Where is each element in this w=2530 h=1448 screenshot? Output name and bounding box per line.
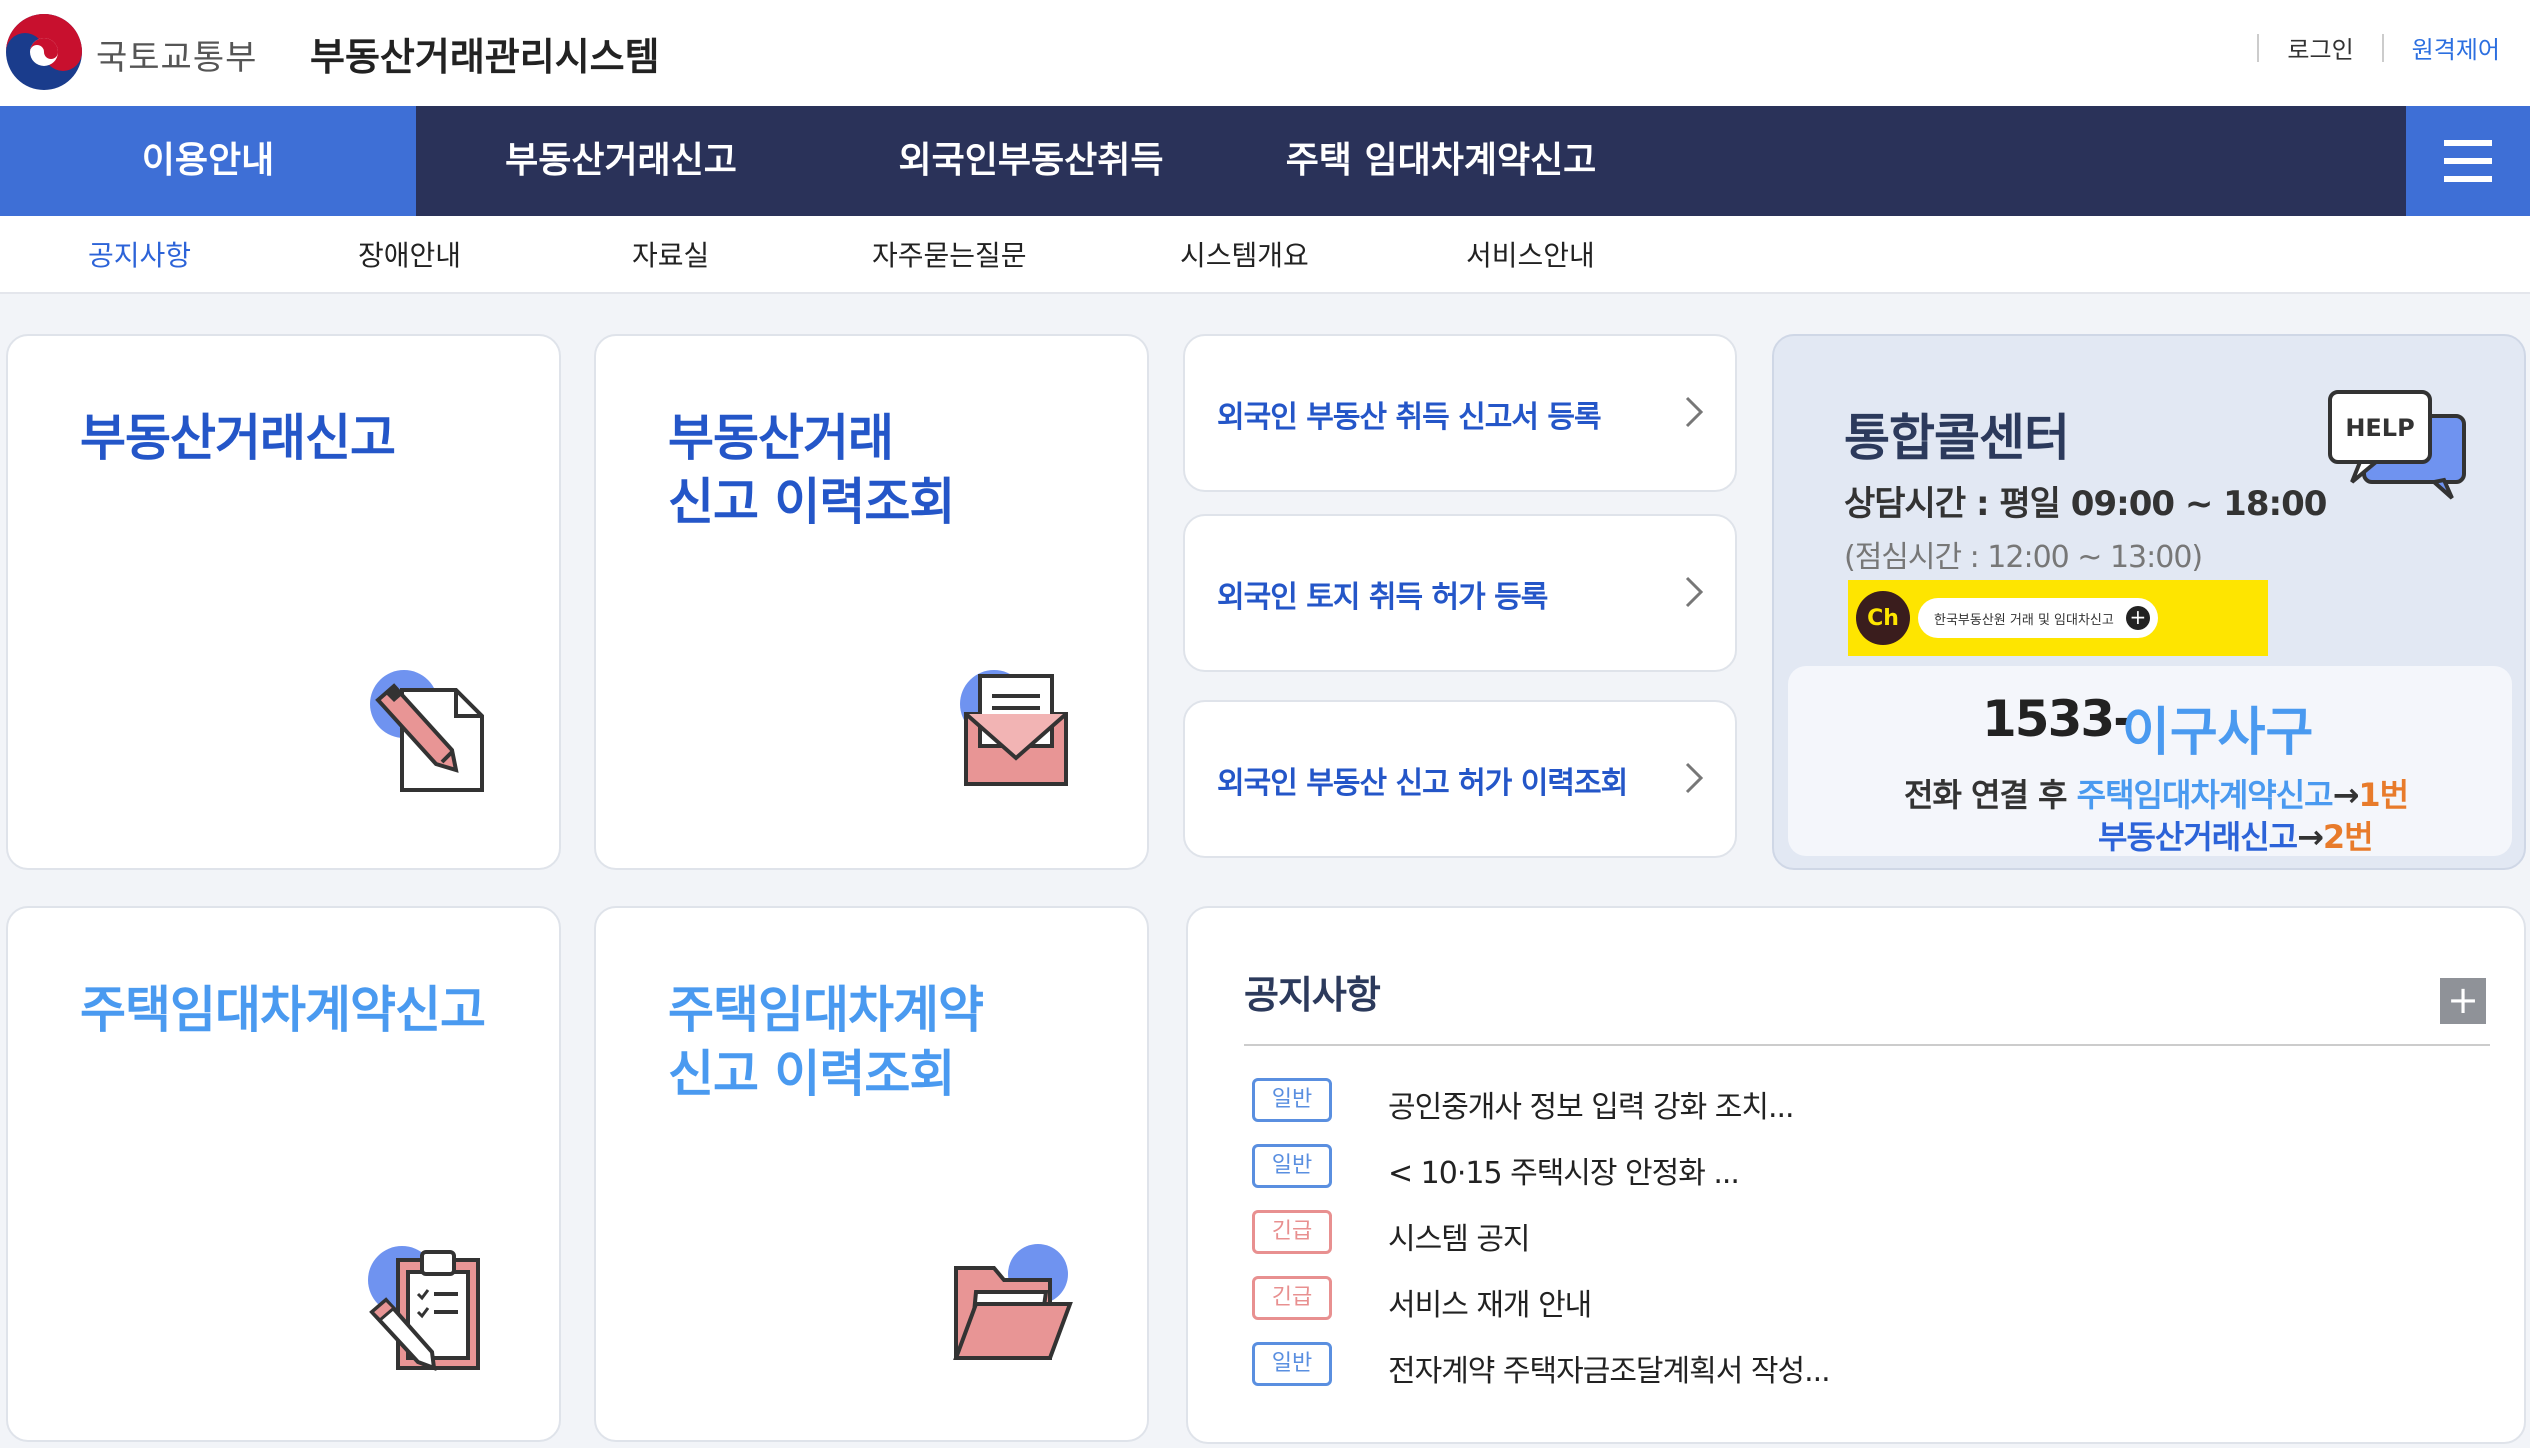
link-label: 외국인 부동산 취득 신고서 등록 bbox=[1217, 400, 1602, 435]
chevron-right-icon bbox=[1685, 396, 1704, 428]
notice-title[interactable]: 전자계약 주택자금조달계획서 작성... bbox=[1388, 1346, 1831, 1390]
lease-report-card[interactable]: 주택임대차계약신고 bbox=[6, 906, 561, 1442]
divider bbox=[2257, 33, 2260, 62]
status-badge: 일반 bbox=[1252, 1342, 1332, 1386]
status-badge: 일반 bbox=[1252, 1078, 1332, 1122]
phone-prefix: 1533- bbox=[1982, 690, 2134, 748]
hamburger-menu-icon[interactable] bbox=[2406, 106, 2530, 216]
link-label: 외국인 토지 취득 허가 등록 bbox=[1217, 580, 1548, 615]
card-title: 부동산거래신고 bbox=[80, 409, 396, 467]
foreign-link-history[interactable]: 외국인 부동산 신고 허가 이력조회 bbox=[1183, 700, 1737, 858]
notice-row[interactable]: 일반 공인중개사 정보 입력 강화 조치... bbox=[1252, 1078, 2452, 1126]
divider bbox=[2381, 33, 2384, 62]
card-title-line2: 신고 이력조회 bbox=[668, 1045, 955, 1103]
card-title-line1: 부동산거래 bbox=[668, 409, 894, 467]
notice-row[interactable]: 긴급 서비스 재개 안내 bbox=[1252, 1276, 2452, 1324]
folder-icon bbox=[953, 1244, 1073, 1360]
nav-item-lease-report[interactable]: 주택 임대차계약신고 bbox=[1236, 106, 1646, 216]
trade-history-card[interactable]: 부동산거래 신고 이력조회 bbox=[594, 334, 1149, 870]
routing-arrow: → bbox=[2297, 818, 2324, 856]
main-navigation: 이용안내 부동산거래신고 외국인부동산취득 주택 임대차계약신고 bbox=[0, 106, 2530, 216]
trade-report-card[interactable]: 부동산거래신고 bbox=[6, 334, 561, 870]
notice-row[interactable]: 일반 < 10·15 주택시장 안정화 ... bbox=[1252, 1144, 2452, 1192]
status-badge: 일반 bbox=[1252, 1144, 1332, 1188]
status-badge: 긴급 bbox=[1252, 1276, 1332, 1320]
divider bbox=[1244, 1044, 2490, 1046]
subnav-faq[interactable]: 자주묻는질문 bbox=[872, 234, 1027, 274]
help-label: HELP bbox=[2345, 414, 2414, 442]
notices-title: 공지사항 bbox=[1244, 973, 1381, 1017]
subnav-outage[interactable]: 장애안내 bbox=[358, 234, 461, 274]
routing-number-2: 2번 bbox=[2322, 818, 2374, 856]
subnav-service-guide[interactable]: 서비스안내 bbox=[1466, 234, 1595, 274]
routing-number-1: 1번 bbox=[2358, 776, 2409, 814]
subnav-library[interactable]: 자료실 bbox=[632, 234, 709, 274]
sub-navigation: 공지사항 장애안내 자료실 자주묻는질문 시스템개요 서비스안내 bbox=[0, 216, 2530, 294]
help-speech-bubble-icon: HELP bbox=[2328, 390, 2466, 500]
notices-more-button[interactable]: + bbox=[2440, 978, 2486, 1024]
phone-routing-line1: 전화 연결 후 주택임대차계약신고→1번 bbox=[1904, 770, 2409, 816]
routing-target-lease: 주택임대차계약신고 bbox=[2076, 776, 2334, 814]
routing-target-trade: 부동산거래신고 bbox=[2098, 818, 2298, 856]
card-title-line1: 주택임대차계약 bbox=[668, 981, 984, 1039]
system-title[interactable]: 부동산거래관리시스템 bbox=[310, 26, 660, 81]
kakao-channel-icon: Ch bbox=[1856, 591, 1910, 645]
subnav-system-overview[interactable]: 시스템개요 bbox=[1180, 234, 1309, 274]
card-title: 주택임대차계약신고 bbox=[80, 981, 486, 1039]
status-badge: 긴급 bbox=[1252, 1210, 1332, 1254]
routing-arrow: → bbox=[2332, 776, 2360, 814]
kakao-channel-label: 한국부동산원 거래 및 임대차신고 + bbox=[1918, 598, 2158, 638]
plus-icon: + bbox=[2125, 606, 2150, 630]
phone-routing-line2: 부동산거래신고→2번 bbox=[2098, 812, 2374, 858]
kakao-channel-text: 한국부동산원 거래 및 임대차신고 bbox=[1934, 612, 2114, 628]
remote-control-link[interactable]: 원격제어 bbox=[2412, 30, 2500, 65]
envelope-icon bbox=[960, 670, 1068, 786]
phone-suffix: 이구사구 bbox=[2122, 703, 2314, 763]
government-emblem-logo[interactable] bbox=[4, 12, 84, 92]
top-links: 로그인 원격제어 bbox=[2229, 30, 2500, 65]
call-center-title: 통합콜센터 bbox=[1844, 409, 2070, 467]
chevron-right-icon bbox=[1685, 576, 1704, 608]
call-center-panel: 통합콜센터 상담시간 : 평일 09:00 ~ 18:00 (점심시간 : 12… bbox=[1772, 334, 2526, 870]
nav-item-trade-report[interactable]: 부동산거래신고 bbox=[416, 106, 826, 216]
nav-item-guide[interactable]: 이용안내 bbox=[0, 106, 416, 216]
notice-row[interactable]: 긴급 시스템 공지 bbox=[1252, 1210, 2452, 1258]
top-header: 국토교통부 부동산거래관리시스템 로그인 원격제어 bbox=[0, 0, 2530, 106]
kakao-channel-button[interactable]: Ch 한국부동산원 거래 및 임대차신고 + bbox=[1848, 580, 2268, 656]
call-center-hours: 상담시간 : 평일 09:00 ~ 18:00 bbox=[1844, 484, 2327, 524]
ministry-name: 국토교통부 bbox=[96, 38, 258, 78]
notice-row[interactable]: 일반 전자계약 주택자금조달계획서 작성... bbox=[1252, 1342, 2452, 1390]
card-title-line2: 신고 이력조회 bbox=[668, 473, 955, 531]
clipboard-checklist-icon bbox=[368, 1246, 480, 1372]
notice-title[interactable]: 시스템 공지 bbox=[1388, 1214, 1531, 1258]
pencil-document-icon bbox=[370, 670, 484, 792]
subnav-notices[interactable]: 공지사항 bbox=[88, 234, 191, 274]
link-label: 외국인 부동산 신고 허가 이력조회 bbox=[1217, 766, 1628, 801]
notice-title[interactable]: 공인중개사 정보 입력 강화 조치... bbox=[1388, 1082, 1795, 1126]
lease-history-card[interactable]: 주택임대차계약 신고 이력조회 bbox=[594, 906, 1149, 1442]
phone-info-box: 1533- 이구사구 전화 연결 후 주택임대차계약신고→1번 부동산거래신고→… bbox=[1788, 666, 2512, 856]
notice-title[interactable]: 서비스 재개 안내 bbox=[1388, 1280, 1592, 1324]
foreign-link-register-acquisition[interactable]: 외국인 부동산 취득 신고서 등록 bbox=[1183, 334, 1737, 492]
routing-prefix: 전화 연결 후 bbox=[1904, 776, 2067, 814]
foreign-link-land-permit[interactable]: 외국인 토지 취득 허가 등록 bbox=[1183, 514, 1737, 672]
call-center-lunch: (점심시간 : 12:00 ~ 13:00) bbox=[1844, 540, 2203, 575]
notice-title[interactable]: < 10·15 주택시장 안정화 ... bbox=[1388, 1148, 1740, 1192]
nav-item-foreign-acquisition[interactable]: 외국인부동산취득 bbox=[826, 106, 1236, 216]
notices-panel: 공지사항 + 일반 공인중개사 정보 입력 강화 조치... 일반 < 10·1… bbox=[1186, 906, 2526, 1444]
login-link[interactable]: 로그인 bbox=[2287, 30, 2353, 65]
chevron-right-icon bbox=[1685, 762, 1704, 794]
